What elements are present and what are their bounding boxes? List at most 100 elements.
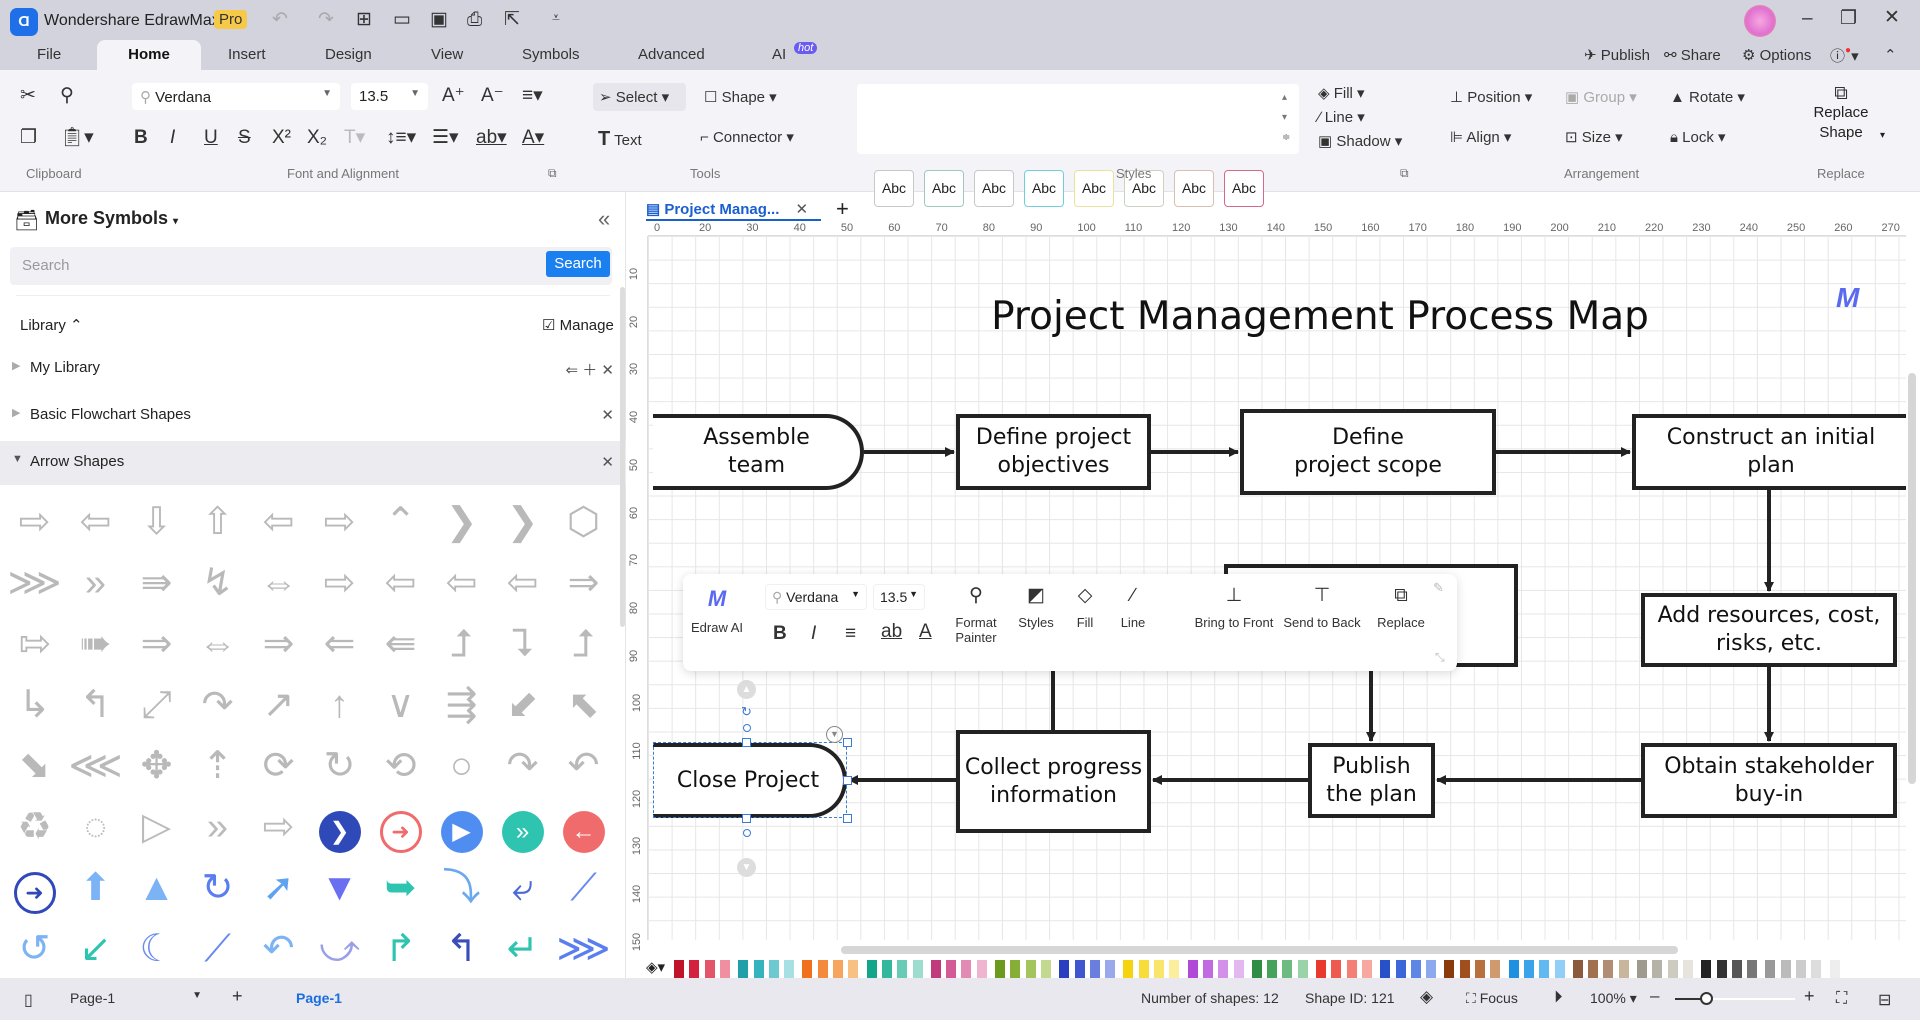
print-icon[interactable]: ⎙ — [467, 10, 482, 29]
highlight-icon[interactable]: ab▾ — [476, 128, 507, 147]
node-assemble-team[interactable]: Assemble team — [653, 414, 864, 490]
arrow-shape-icon[interactable]: ⟲ — [370, 736, 431, 797]
arrow-shape-icon[interactable]: ♻ — [4, 797, 65, 858]
group-button[interactable]: ▣ Group ▾ — [1565, 88, 1637, 106]
move-down-handle[interactable]: ▼ — [737, 858, 756, 877]
node-define-objectives[interactable]: Define project objectives — [956, 414, 1151, 490]
pro-badge[interactable]: Pro — [214, 10, 248, 29]
color-swatch[interactable] — [1059, 960, 1070, 978]
arrow-shape-icon[interactable]: ↑ — [309, 675, 370, 736]
arrow-shape-icon[interactable]: ← — [553, 797, 614, 858]
arrow-shape-icon[interactable]: » — [187, 797, 248, 858]
superscript-icon[interactable]: X² — [272, 128, 291, 147]
node-add-resources[interactable]: Add resources, cost, risks, etc. — [1641, 593, 1897, 667]
more-handle[interactable]: ▼ — [826, 726, 843, 743]
color-swatch[interactable] — [1523, 960, 1534, 978]
color-swatch[interactable] — [1811, 960, 1822, 978]
resize-handle[interactable] — [843, 738, 852, 747]
arrow-shape-icon[interactable]: ➠ — [65, 614, 126, 675]
color-swatch[interactable] — [1169, 960, 1180, 978]
shadow-button[interactable]: ▣ Shadow ▾ — [1318, 132, 1402, 150]
arrow-shape-icon[interactable]: ▶ — [431, 797, 492, 858]
symbol-search-input[interactable]: Search — [10, 247, 612, 285]
color-swatch[interactable] — [1297, 960, 1308, 978]
options-button[interactable]: ⚙ Options — [1742, 46, 1811, 64]
tab-ai[interactable]: AI — [772, 46, 786, 63]
arrow-shape-icon[interactable]: ⋘ — [65, 736, 126, 797]
arrow-shape-icon[interactable]: ⇔ — [248, 553, 309, 614]
line-button[interactable]: ∕ Line ▾ — [1318, 108, 1365, 126]
color-swatch[interactable] — [1603, 960, 1614, 978]
resize-handle[interactable] — [843, 776, 852, 785]
arrow-shape-icon[interactable]: ⇚ — [370, 614, 431, 675]
underline-icon[interactable]: U — [204, 128, 218, 147]
color-swatch[interactable] — [1138, 960, 1149, 978]
fill-button[interactable]: ◈ Fill ▾ — [1318, 84, 1365, 102]
gallery-scroll-icon[interactable]: ▴ ▾ ≑ — [1282, 88, 1290, 148]
arrow-shape-icon[interactable]: ↳ — [4, 675, 65, 736]
color-swatch[interactable] — [1105, 960, 1116, 978]
color-swatch[interactable] — [1361, 960, 1372, 978]
new-tab-icon[interactable]: + — [836, 196, 849, 222]
rotate-button[interactable]: ▲ Rotate ▾ — [1670, 88, 1745, 106]
arrow-shape-icon[interactable]: ○ — [431, 736, 492, 797]
color-swatch[interactable] — [961, 960, 972, 978]
color-swatch[interactable] — [1682, 960, 1693, 978]
restore-icon[interactable]: ❐ — [1840, 9, 1857, 28]
arrow-shape-icon[interactable]: ⇨ — [248, 797, 309, 858]
arrow-shape-icon[interactable]: ⇦ — [248, 492, 309, 553]
color-swatch[interactable] — [1667, 960, 1678, 978]
color-swatch[interactable] — [1459, 960, 1470, 978]
text-style-icon[interactable]: T▾ — [344, 128, 365, 147]
italic-icon[interactable]: I — [170, 128, 175, 147]
avatar[interactable] — [1744, 5, 1776, 37]
color-swatch[interactable] — [1025, 960, 1036, 978]
color-swatch[interactable] — [1747, 960, 1758, 978]
style-preset[interactable]: Abc — [924, 170, 964, 207]
arrow-shape-icon[interactable]: ⇨ — [4, 492, 65, 553]
more-icon[interactable]: ⩡ — [552, 10, 560, 24]
color-swatch[interactable] — [995, 960, 1005, 978]
color-swatch[interactable] — [1202, 960, 1213, 978]
arrow-shape-icon[interactable]: ↶ — [553, 736, 614, 797]
arrow-shape-icon[interactable]: ⮧ — [492, 614, 553, 675]
arrow-shape-icon[interactable]: ⇨ — [309, 553, 370, 614]
color-swatch[interactable] — [704, 960, 715, 978]
arrow-shape-icon[interactable]: ⌃ — [370, 492, 431, 553]
fit-page-icon[interactable]: ⛶ — [1836, 990, 1847, 1008]
shape-button[interactable]: ☐ Shape ▾ — [704, 88, 777, 106]
arrow-shape-icon[interactable]: ⇒ — [553, 553, 614, 614]
zoom-in-icon[interactable]: + — [1804, 986, 1815, 1007]
minimize-icon[interactable]: – — [1802, 9, 1813, 28]
color-swatch[interactable] — [848, 960, 859, 978]
styles-dialog-icon[interactable]: ⧉ — [1400, 166, 1409, 181]
rotate-handle[interactable]: ↻ — [741, 704, 752, 720]
size-button[interactable]: ⊡ Size ▾ — [1565, 128, 1623, 146]
arrow-shape-icon[interactable]: ↻ — [187, 858, 248, 919]
page-tab[interactable]: Page-1 — [296, 990, 342, 1006]
arrow-shape-icon[interactable]: ▲ — [126, 858, 187, 919]
arrow-shape-icon[interactable]: ↰ — [431, 919, 492, 980]
tab-file[interactable]: File — [37, 46, 61, 63]
arrow-shape-icon[interactable]: ❯ — [431, 492, 492, 553]
arrow-shape-icon[interactable]: ⇧ — [187, 492, 248, 553]
arrow-shape-icon[interactable]: ↙ — [65, 919, 126, 980]
arrow-shape-icon[interactable]: ⇰ — [4, 614, 65, 675]
zoom-slider-knob[interactable] — [1700, 992, 1714, 1005]
document-tab[interactable]: ▤ Project Manag... ✕ — [646, 200, 808, 218]
strikethrough-icon[interactable]: S — [238, 128, 251, 147]
tab-advanced[interactable]: Advanced — [638, 46, 705, 63]
position-button[interactable]: ⊥ Position ▾ — [1450, 88, 1532, 106]
decrease-font-icon[interactable]: A⁻ — [481, 86, 504, 105]
arrow-shape-icon[interactable]: ⇦ — [431, 553, 492, 614]
color-swatch[interactable] — [1187, 960, 1198, 978]
color-swatch[interactable] — [833, 960, 843, 978]
close-icon[interactable]: ✕ — [1884, 8, 1900, 27]
float-size-select[interactable]: 13.5 ▼ — [873, 584, 925, 610]
layers-icon[interactable]: ◈ — [1420, 987, 1433, 1007]
font-family-select[interactable]: ⚲ Verdana ▼ — [132, 83, 340, 110]
undo-icon[interactable]: ↶ — [272, 10, 288, 29]
float-bold-icon[interactable]: B — [773, 624, 787, 643]
arrow-shape-icon[interactable]: ➜ — [4, 858, 65, 919]
arrow-shape-icon[interactable]: ➥ — [370, 858, 431, 919]
